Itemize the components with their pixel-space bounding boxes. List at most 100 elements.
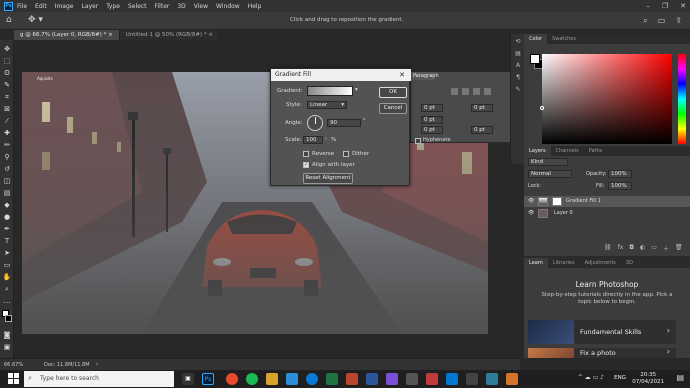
dodge-tool-icon[interactable]: ● (2, 212, 12, 222)
chrome-icon[interactable] (226, 373, 238, 385)
app-icon[interactable] (386, 373, 398, 385)
task-view-icon[interactable]: ▣ (182, 373, 194, 385)
menu-window[interactable]: Window (216, 3, 240, 10)
powerpoint-icon[interactable] (346, 373, 358, 385)
reverse-checkbox[interactable] (303, 150, 309, 157)
tab-layers[interactable]: Layers (524, 146, 551, 156)
layer-row-layer-0[interactable]: 👁 Layer 0 (524, 208, 690, 219)
angle-input[interactable]: 90 (327, 119, 361, 127)
mail-icon[interactable] (286, 373, 298, 385)
tab-learn[interactable]: Learn (524, 258, 548, 268)
spotify-icon[interactable] (246, 373, 258, 385)
adjustment-layer-icon[interactable]: ◐ (640, 244, 645, 253)
zoom-level[interactable]: 66.67% (4, 362, 23, 368)
link-layers-icon[interactable]: ⛓ (604, 244, 612, 253)
screen-mode-icon[interactable]: ▣ (2, 342, 12, 352)
tab-untitled-1[interactable]: Untitled-1 @ 50% (RGB/8#) * × (119, 30, 220, 40)
align-with-layer-checkbox[interactable]: ✓ (303, 161, 309, 168)
language-indicator[interactable]: ENG (614, 375, 626, 381)
new-group-icon[interactable]: ▭ (651, 244, 657, 253)
tab-3d[interactable]: 3D (621, 258, 638, 268)
add-mask-icon[interactable]: ◘ (629, 244, 634, 253)
taskbar-search-input[interactable]: Type here to search (24, 371, 174, 387)
menu-3d[interactable]: 3D (177, 3, 185, 10)
menu-view[interactable]: View (194, 3, 208, 10)
tab-color[interactable]: Color (524, 34, 548, 44)
delete-layer-icon[interactable]: 🗑 (675, 244, 683, 253)
close-window-button[interactable]: ✕ (680, 2, 686, 10)
space-after-field[interactable]: 0 pt (471, 126, 493, 134)
cancel-button[interactable]: Cancel (379, 103, 407, 114)
rectangle-tool-icon[interactable]: ▭ (2, 260, 12, 270)
quick-select-tool-icon[interactable]: ✎ (2, 80, 12, 90)
visibility-eye-icon[interactable]: 👁 (528, 196, 534, 207)
gradient-swatch[interactable] (307, 86, 353, 96)
layer-kind-filter[interactable]: Kind (528, 158, 568, 166)
maximize-button[interactable]: ❐ (662, 2, 668, 10)
crop-tool-icon[interactable]: ⌗ (2, 92, 12, 102)
indent-first-line-field[interactable]: 0 pt (421, 116, 443, 124)
store-icon[interactable] (446, 373, 458, 385)
zoom-tool-icon[interactable]: ⌕ (2, 284, 12, 294)
gradient-tool-icon[interactable]: ▤ (2, 188, 12, 198)
tab-adjustments[interactable]: Adjustments (580, 258, 621, 268)
background-color-swatch[interactable] (5, 315, 12, 322)
color-picker-field[interactable] (540, 54, 672, 144)
scale-input[interactable]: 100 (303, 136, 323, 144)
workspace-icon[interactable]: ▭ (658, 16, 666, 26)
hand-tool-icon[interactable]: ✋ (2, 272, 12, 282)
minimize-button[interactable]: – (646, 2, 650, 10)
menu-filter[interactable]: Filter (155, 3, 170, 10)
gradient-dropdown-chevron-icon[interactable]: ▾ (355, 87, 358, 93)
windows-start-icon[interactable] (8, 373, 19, 384)
menu-layer[interactable]: Layer (81, 3, 98, 10)
align-center-icon[interactable] (462, 88, 469, 95)
home-icon[interactable]: ⌂ (6, 15, 18, 27)
indent-right-field[interactable]: 0 pt (471, 104, 493, 112)
history-brush-tool-icon[interactable]: ↺ (2, 164, 12, 174)
justify-icon[interactable] (484, 88, 491, 95)
foreground-color-chip[interactable] (530, 54, 540, 64)
paragraph-icon[interactable]: ¶ (514, 74, 522, 82)
quick-mask-icon[interactable]: ◙ (2, 330, 12, 340)
angle-dial[interactable] (307, 115, 323, 131)
path-selection-tool-icon[interactable]: ➤ (2, 248, 12, 258)
lasso-tool-icon[interactable]: ʘ (2, 68, 12, 78)
blur-tool-icon[interactable]: ◆ (2, 200, 12, 210)
tab-swatches[interactable]: Swatches (547, 34, 581, 44)
app-icon[interactable] (486, 373, 498, 385)
hue-slider[interactable] (678, 54, 686, 144)
menu-edit[interactable]: Edit (35, 3, 47, 10)
tray-icons[interactable]: ^ ☁ ▭ ♪ (578, 374, 604, 381)
dialog-title-bar[interactable]: Gradient Fill (271, 69, 411, 81)
move-tool-options-icon[interactable]: ✥ ▾ (28, 15, 43, 25)
excel-icon[interactable] (326, 373, 338, 385)
learn-card-fundamental-skills[interactable]: Fundamental Skills › (528, 320, 676, 344)
move-tool-icon[interactable]: ✥ (2, 44, 12, 54)
history-icon[interactable]: ⟲ (514, 38, 522, 46)
blend-mode-select[interactable]: Normal (528, 170, 572, 178)
visibility-eye-icon[interactable]: 👁 (528, 208, 534, 219)
more-tools-icon[interactable]: … (2, 296, 12, 306)
notifications-icon[interactable]: ▤ (676, 373, 684, 382)
tab-channels[interactable]: Channels (551, 146, 584, 156)
brush-tool-icon[interactable]: ✏ (2, 140, 12, 150)
ok-button[interactable]: OK (379, 87, 407, 98)
style-select[interactable]: Linear ▾ (307, 101, 347, 109)
fill-input[interactable]: 100% (608, 182, 632, 190)
share-icon[interactable]: ⇪ (675, 16, 682, 26)
indent-left-field[interactable]: 0 pt (421, 104, 443, 112)
menu-file[interactable]: File (17, 3, 27, 10)
dialog-close-icon[interactable]: ✕ (399, 69, 405, 81)
layer-style-icon[interactable]: fx (618, 244, 624, 253)
app-icon[interactable] (406, 373, 418, 385)
opacity-input[interactable]: 100% (608, 170, 632, 178)
photoshop-taskbar-icon[interactable]: Ps (202, 373, 214, 385)
tab-paths[interactable]: Paths (584, 146, 608, 156)
clone-stamp-tool-icon[interactable]: ⚲ (2, 152, 12, 162)
brush-settings-icon[interactable]: ✎ (514, 86, 522, 94)
document-size[interactable]: Doc: 11.8M/11.8M (44, 362, 90, 368)
photoshop-logo-icon[interactable]: Ps (4, 1, 13, 11)
taskbar-clock[interactable]: 20:35 07/04/2021 (632, 372, 664, 386)
tab-document-g[interactable]: g @ 66.7% (Layer 0, RGB/8#) * × (14, 30, 120, 40)
